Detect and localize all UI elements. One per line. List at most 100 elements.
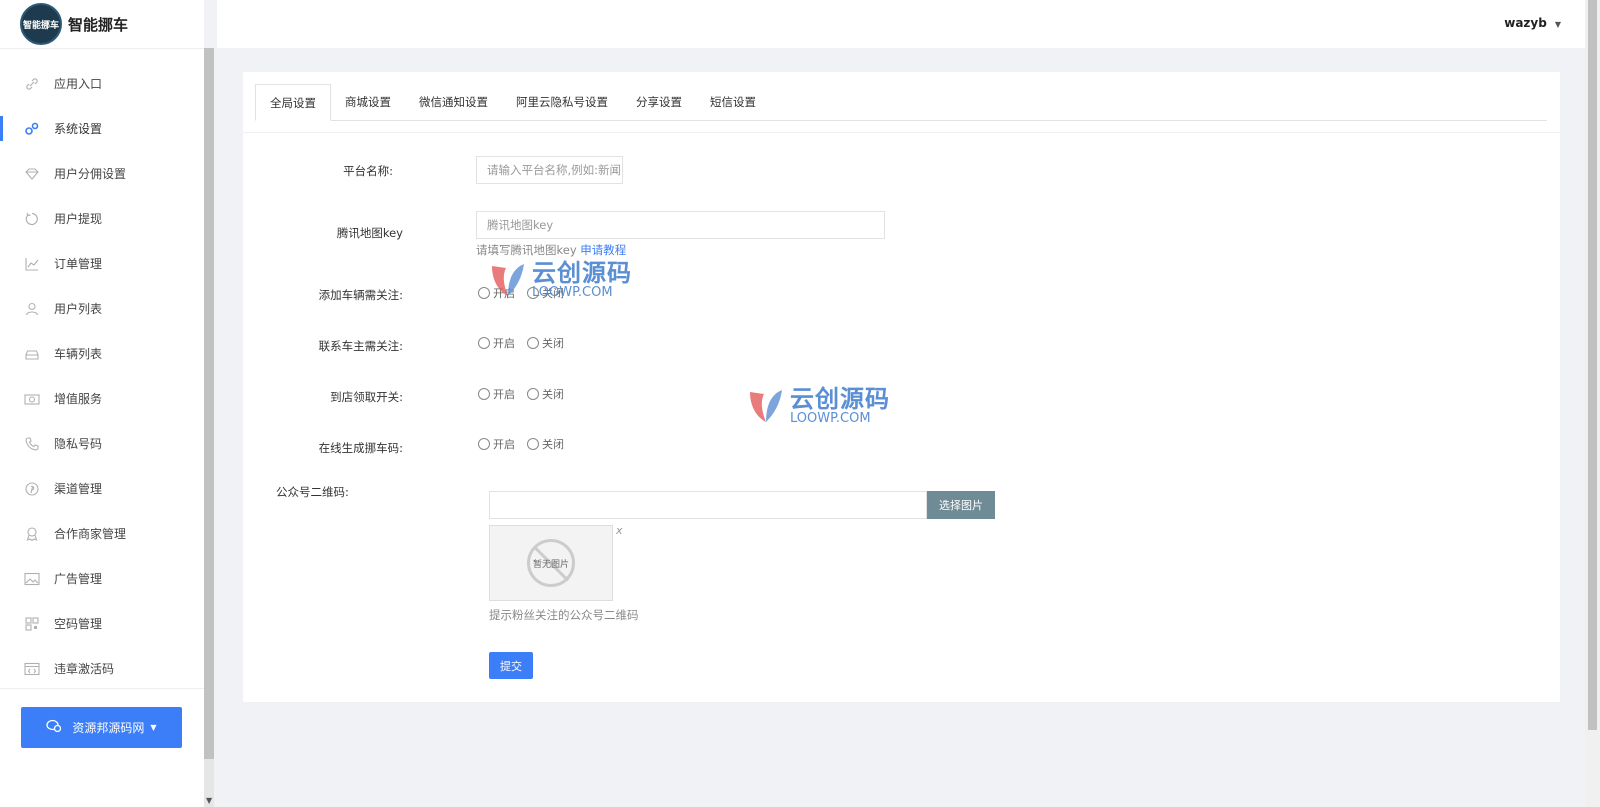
sidebar-item-label: 广告管理	[54, 572, 103, 586]
sidebar-item-users[interactable]: 用户列表	[0, 286, 204, 331]
sidebar-item-label: 违章激活码	[54, 662, 115, 676]
sidebar-item-label: 系统设置	[54, 122, 103, 136]
remove-image-icon[interactable]: x	[616, 524, 623, 537]
add-vehicle-follow-label: 添加车辆需关注:	[318, 288, 403, 302]
sidebar-item-orders[interactable]: 订单管理	[0, 241, 204, 286]
contact-owner-follow-label: 联系车主需关注:	[318, 339, 403, 353]
radio-on[interactable]	[478, 287, 490, 299]
username: wazyb	[1504, 16, 1547, 30]
logo-area: 智能挪车 智能挪车	[0, 0, 204, 49]
tab-aliyun-privacy[interactable]: 阿里云隐私号设置	[502, 84, 622, 120]
award-icon	[24, 526, 40, 542]
radio-off[interactable]	[527, 438, 539, 450]
chart-icon	[24, 256, 40, 272]
page-scrollbar[interactable]	[1585, 0, 1600, 807]
sidebar-item-label: 用户列表	[54, 302, 103, 316]
sidebar-item-label: 用户分佣设置	[54, 167, 127, 181]
sidebar-scrollbar[interactable]: ▼	[204, 48, 214, 807]
radio-on-label: 开启	[493, 388, 515, 401]
topbar: wazyb ▼	[217, 0, 1585, 48]
add-vehicle-follow-radios: 开启 关闭	[478, 285, 576, 301]
qrcode-preview: 暂无图片	[489, 525, 613, 601]
phone-icon	[24, 436, 40, 452]
online-code-radios: 开启 关闭	[478, 436, 576, 452]
sidebar-item-label: 订单管理	[54, 257, 103, 271]
sidebar-item-label: 应用入口	[54, 77, 103, 91]
radio-off[interactable]	[527, 287, 539, 299]
scroll-down-arrow-icon[interactable]: ▼	[206, 796, 212, 805]
sidebar-item-withdraw[interactable]: 用户提现	[0, 196, 204, 241]
qrcode-help: 提示粉丝关注的公众号二维码	[489, 608, 639, 622]
tab-wechat-notify[interactable]: 微信通知设置	[405, 84, 502, 120]
tab-global[interactable]: 全局设置	[255, 84, 331, 121]
tab-share[interactable]: 分享设置	[622, 84, 696, 120]
diamond-icon	[24, 166, 40, 182]
code-icon	[24, 661, 40, 677]
refresh-icon	[24, 211, 40, 227]
money-icon	[24, 391, 40, 407]
choose-image-button[interactable]: 选择图片	[927, 491, 995, 519]
sidebar-divider	[0, 688, 204, 689]
radio-on[interactable]	[478, 337, 490, 349]
sidebar-item-label: 渠道管理	[54, 482, 103, 496]
tab-sms[interactable]: 短信设置	[696, 84, 770, 120]
settings-tabs: 全局设置 商城设置 微信通知设置 阿里云隐私号设置 分享设置 短信设置	[255, 84, 1547, 121]
pinterest-icon	[24, 481, 40, 497]
platform-name-input[interactable]: 请输入平台名称,例如:新闻	[476, 156, 623, 184]
store-pickup-label: 到店领取开关:	[330, 390, 403, 404]
user-icon	[24, 301, 40, 317]
sidebar-item-label: 用户提现	[54, 212, 103, 226]
radio-off[interactable]	[527, 388, 539, 400]
sidebar-scrollbar-thumb[interactable]	[204, 48, 214, 759]
radio-on[interactable]	[478, 438, 490, 450]
radio-on[interactable]	[478, 388, 490, 400]
qrcode-icon	[24, 616, 40, 632]
sidebar-menu: 应用入口 系统设置 用户分佣设置 用户提现 订单管理 用户列表 车辆列表 增值服…	[0, 61, 204, 691]
sidebar-item-merchants[interactable]: 合作商家管理	[0, 511, 204, 556]
sidebar-item-label: 空码管理	[54, 617, 103, 631]
sidebar-item-channels[interactable]: 渠道管理	[0, 466, 204, 511]
sidebar-item-commission[interactable]: 用户分佣设置	[0, 151, 204, 196]
platform-name-label: 平台名称:	[343, 164, 393, 178]
sidebar-item-ads[interactable]: 广告管理	[0, 556, 204, 601]
sidebar-item-label: 车辆列表	[54, 347, 103, 361]
caret-down-icon: ▼	[1554, 20, 1561, 29]
car-icon	[24, 346, 40, 362]
radio-on-label: 开启	[493, 438, 515, 451]
sidebar-item-empty-codes[interactable]: 空码管理	[0, 601, 204, 646]
sidebar: 智能挪车 智能挪车 应用入口 系统设置 用户分佣设置 用户提现 订单管理 用户列…	[0, 0, 204, 807]
radio-on-label: 开启	[493, 287, 515, 300]
page-scrollbar-thumb[interactable]	[1588, 0, 1597, 730]
no-image-text: 暂无图片	[532, 559, 569, 570]
submit-button[interactable]: 提交	[489, 652, 533, 679]
contact-owner-follow-radios: 开启 关闭	[478, 335, 576, 351]
settings-card: 全局设置 商城设置 微信通知设置 阿里云隐私号设置 分享设置 短信设置 平台名称…	[243, 72, 1560, 702]
gears-icon	[24, 121, 40, 137]
tab-mall[interactable]: 商城设置	[331, 84, 405, 120]
sidebar-item-label: 隐私号码	[54, 437, 103, 451]
sidebar-item-app-entry[interactable]: 应用入口	[0, 61, 204, 106]
sidebar-item-value-added[interactable]: 增值服务	[0, 376, 204, 421]
app-logo[interactable]: 智能挪车	[20, 3, 62, 45]
map-key-help: 请填写腾讯地图key 申请教程	[476, 242, 626, 258]
sidebar-item-vehicles[interactable]: 车辆列表	[0, 331, 204, 376]
sidebar-item-privacy-number[interactable]: 隐私号码	[0, 421, 204, 466]
radio-on-label: 开启	[493, 337, 515, 350]
resource-site-label: 资源邦源码网	[72, 721, 145, 735]
radio-off-label: 关闭	[542, 388, 564, 401]
map-key-help-text: 请填写腾讯地图key	[476, 243, 577, 257]
radio-off[interactable]	[527, 337, 539, 349]
sidebar-item-system-settings[interactable]: 系统设置	[0, 106, 204, 151]
resource-site-button[interactable]: 资源邦源码网 ▼	[21, 707, 182, 748]
no-image-icon: 暂无图片	[527, 539, 575, 587]
map-key-input[interactable]: 腾讯地图key	[476, 211, 885, 239]
apply-tutorial-link[interactable]: 申请教程	[580, 243, 626, 257]
sidebar-item-violation-codes[interactable]: 违章激活码	[0, 646, 204, 691]
logo-badge-text: 智能挪车	[22, 20, 59, 31]
user-menu[interactable]: wazyb ▼	[1504, 16, 1561, 30]
qrcode-path-input[interactable]	[489, 491, 927, 519]
app-title: 智能挪车	[68, 15, 129, 34]
qrcode-label: 公众号二维码:	[276, 485, 349, 499]
radio-off-label: 关闭	[542, 337, 564, 350]
wechat-gear-icon	[46, 719, 62, 736]
